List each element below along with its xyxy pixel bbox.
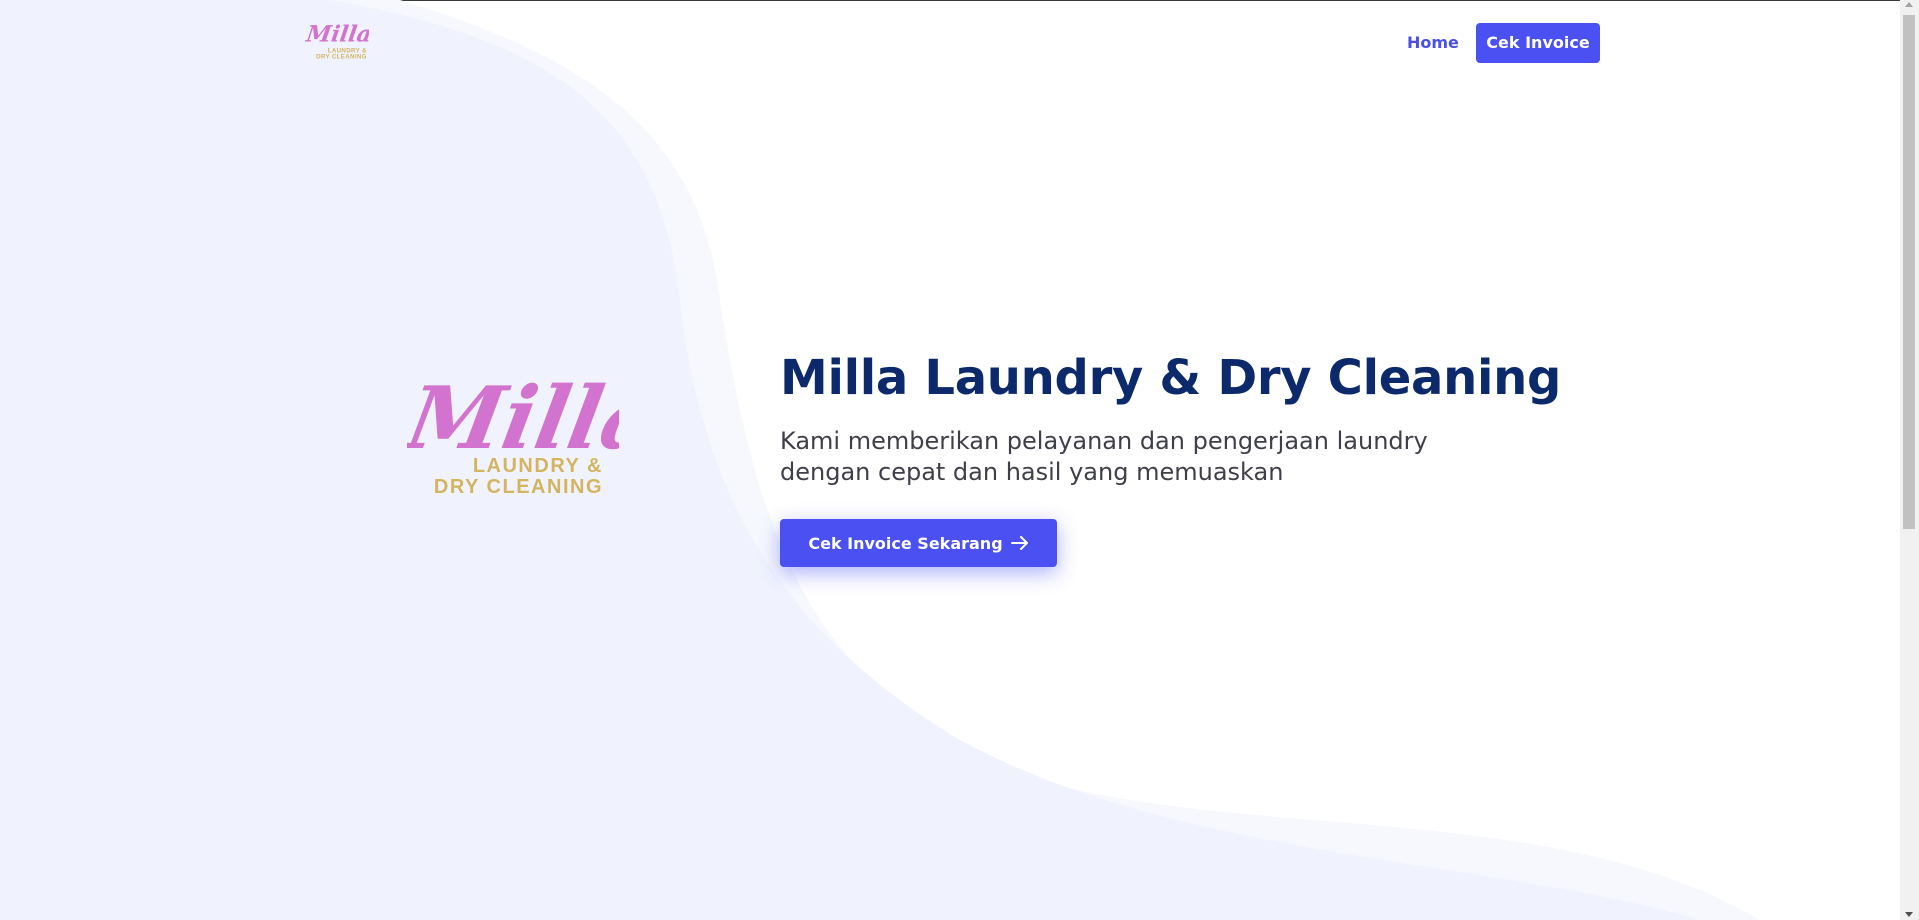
scrollbar-thumb[interactable] (1903, 15, 1915, 529)
hero-subtitle: Kami memberikan pelayanan dan pengerjaan… (780, 427, 1428, 486)
hero-title: Milla Laundry & Dry Cleaning (780, 350, 1562, 406)
scroll-up-arrow-icon[interactable] (1905, 2, 1913, 7)
nav-logo-script: Milla (304, 22, 369, 48)
hero-logo: Milla LAUNDRY & DRY CLEANING (407, 369, 619, 498)
nav-cek-invoice-button[interactable]: Cek Invoice (1476, 23, 1600, 63)
hero-cta-label: Cek Invoice Sekarang (808, 533, 1003, 553)
hero-cek-invoice-button[interactable]: Cek Invoice Sekarang (780, 519, 1057, 567)
nav-logo[interactable]: Milla LAUNDRY & DRY CLEANING (303, 18, 369, 68)
arrow-right-icon (1010, 536, 1028, 550)
nav-logo-line2: DRY CLEANING (316, 54, 367, 61)
hero-logo-line1: LAUNDRY & (473, 455, 603, 477)
nav-home-link[interactable]: Home (1395, 23, 1471, 63)
hero-logo-script: Milla (407, 369, 619, 469)
hero-logo-line2: DRY CLEANING (434, 476, 603, 498)
scroll-down-arrow-icon[interactable] (1905, 912, 1913, 917)
vertical-scrollbar[interactable] (1900, 0, 1919, 920)
